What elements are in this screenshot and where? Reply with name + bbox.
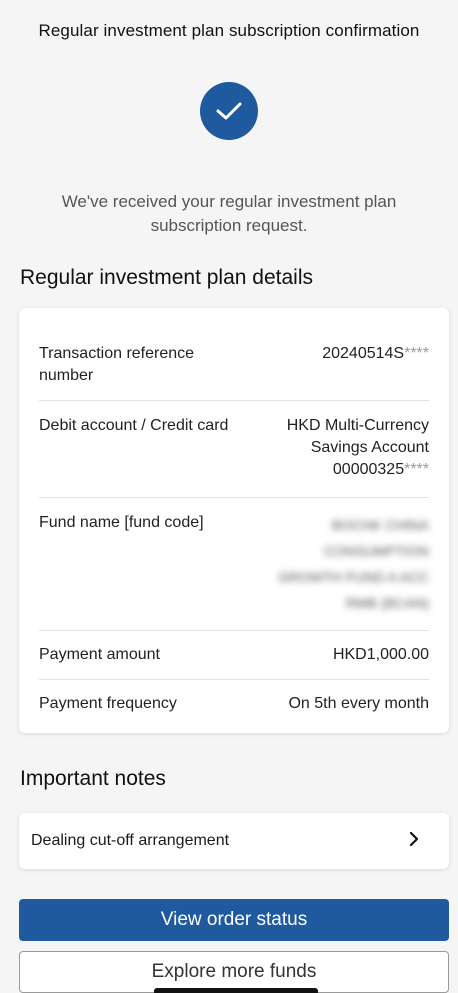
debit-account-value: HKD Multi-Currency Savings Account 00000…	[287, 415, 429, 481]
transaction-reference-number: 20240514S	[322, 345, 405, 362]
transaction-reference-row: Transaction reference number 20240514S**…	[39, 332, 429, 401]
details-card: Transaction reference number 20240514S**…	[19, 308, 449, 733]
debit-account-label: Debit account / Credit card	[39, 417, 229, 434]
status-icon-wrapper	[0, 82, 458, 140]
payment-frequency-label: Payment frequency	[39, 695, 177, 712]
fund-name-label: Fund name [fund code]	[39, 514, 204, 531]
important-notes-title: Important notes	[20, 767, 166, 790]
payment-amount-value: HKD1,000.00	[332, 646, 429, 663]
home-indicator	[154, 988, 318, 993]
view-order-status-button[interactable]: View order status	[19, 899, 449, 941]
details-section-title: Regular investment plan details	[20, 266, 313, 289]
page-title: Regular investment plan subscription con…	[38, 21, 420, 40]
confirmation-message: We've received your regular investment p…	[61, 192, 397, 235]
check-circle-icon	[200, 82, 258, 140]
debit-account-type-line2: Savings Account	[310, 439, 429, 456]
payment-frequency-value: On 5th every month	[288, 695, 429, 712]
debit-account-type-line1: HKD Multi-Currency	[286, 417, 429, 434]
account-number-visible: 00000325	[332, 461, 405, 478]
chevron-right-icon	[409, 831, 419, 851]
debit-account-number: 00000325****	[287, 459, 429, 481]
fund-name-row: Fund name [fund code] BOCHK CHINA CONSUM…	[39, 498, 429, 631]
debit-account-row: Debit account / Credit card HKD Multi-Cu…	[39, 401, 429, 498]
masked-digits: ****	[404, 345, 429, 362]
masked-digits: ****	[404, 461, 429, 478]
payment-amount-row: Payment amount HKD1,000.00	[39, 631, 429, 680]
payment-amount-label: Payment amount	[39, 646, 160, 663]
dealing-cutoff-label: Dealing cut-off arrangement	[31, 832, 230, 849]
dealing-cutoff-item[interactable]: Dealing cut-off arrangement	[19, 813, 449, 869]
payment-frequency-row: Payment frequency On 5th every month	[39, 680, 429, 729]
explore-more-funds-button[interactable]: Explore more funds	[19, 951, 449, 993]
fund-name-value-blurred: BOCHK CHINA CONSUMPTION GROWTH FUND A AC…	[278, 517, 429, 611]
transaction-reference-value: 20240514S****	[322, 343, 429, 365]
transaction-reference-label: Transaction reference number	[39, 345, 195, 384]
